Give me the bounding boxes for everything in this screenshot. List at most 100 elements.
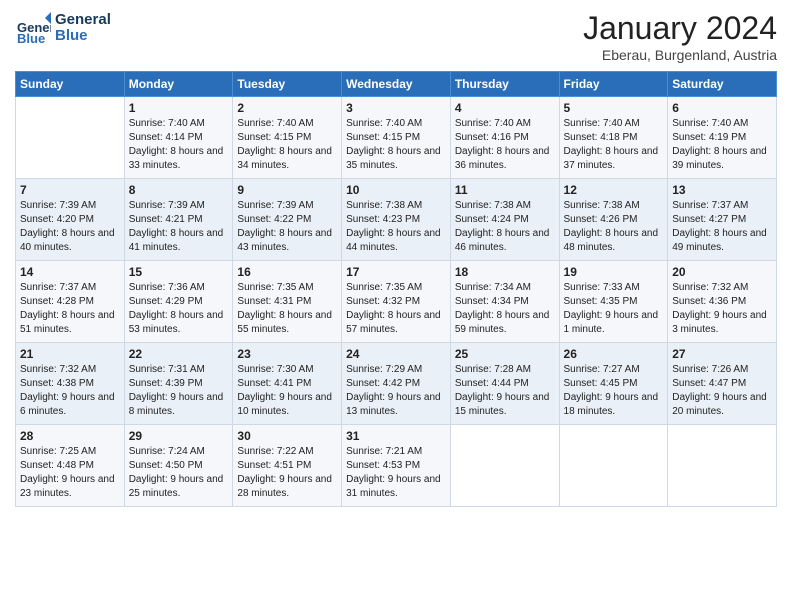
calendar-cell: 24Sunrise: 7:29 AMSunset: 4:42 PMDayligh…	[342, 343, 451, 425]
day-number: 19	[564, 265, 664, 279]
cell-info: Sunrise: 7:37 AMSunset: 4:27 PMDaylight:…	[672, 199, 772, 255]
cell-info: Sunrise: 7:22 AMSunset: 4:51 PMDaylight:…	[237, 445, 337, 501]
day-number: 10	[346, 183, 446, 197]
day-number: 18	[455, 265, 555, 279]
calendar-cell: 26Sunrise: 7:27 AMSunset: 4:45 PMDayligh…	[559, 343, 668, 425]
calendar-cell: 10Sunrise: 7:38 AMSunset: 4:23 PMDayligh…	[342, 179, 451, 261]
calendar-cell: 8 Sunrise: 7:39 AMSunset: 4:21 PMDaylight…	[124, 179, 233, 261]
day-number: 17	[346, 265, 446, 279]
calendar-cell: 17 Sunrise: 7:35 AMSunset: 4:32 PMDayligh…	[342, 261, 451, 343]
cell-info: Sunrise: 7:26 AMSunset: 4:47 PMDaylight:…	[672, 363, 772, 419]
day-number: 12	[564, 183, 664, 197]
calendar-cell: 30 Sunrise: 7:22 AMSunset: 4:51 PMDayligh…	[233, 425, 342, 507]
day-number: 16	[237, 265, 337, 279]
cell-info: Sunrise: 7:39 AMSunset: 4:21 PMDaylight:…	[129, 199, 229, 255]
day-number: 20	[672, 265, 772, 279]
calendar-cell: 6 Sunrise: 7:40 AMSunset: 4:19 PMDaylight…	[668, 97, 777, 179]
day-number: 1	[129, 101, 229, 115]
cell-info: Sunrise: 7:25 AMSunset: 4:48 PMDaylight:…	[20, 445, 120, 501]
calendar-cell: 9Sunrise: 7:39 AMSunset: 4:22 PMDaylight…	[233, 179, 342, 261]
day-number: 28	[20, 429, 120, 443]
calendar-cell: 22 Sunrise: 7:31 AMSunset: 4:39 PMDayligh…	[124, 343, 233, 425]
calendar-cell: 12 Sunrise: 7:38 AMSunset: 4:26 PMDayligh…	[559, 179, 668, 261]
calendar-cell: 15 Sunrise: 7:36 AMSunset: 4:29 PMDayligh…	[124, 261, 233, 343]
cell-info: Sunrise: 7:38 AMSunset: 4:26 PMDaylight:…	[564, 199, 664, 255]
cell-info: Sunrise: 7:30 AMSunset: 4:41 PMDaylight:…	[237, 363, 337, 419]
day-number: 30	[237, 429, 337, 443]
calendar-cell: 2 Sunrise: 7:40 AMSunset: 4:15 PMDaylight…	[233, 97, 342, 179]
calendar-cell	[16, 97, 125, 179]
day-number: 13	[672, 183, 772, 197]
calendar-cell: 23 Sunrise: 7:30 AMSunset: 4:41 PMDayligh…	[233, 343, 342, 425]
col-monday: Monday	[124, 72, 233, 97]
logo-blue-text: Blue	[55, 28, 111, 45]
day-number: 2	[237, 101, 337, 115]
cell-info: Sunrise: 7:35 AMSunset: 4:32 PMDaylight:…	[346, 281, 446, 337]
calendar-cell: 20 Sunrise: 7:32 AMSunset: 4:36 PMDayligh…	[668, 261, 777, 343]
calendar-cell: 29 Sunrise: 7:24 AMSunset: 4:50 PMDayligh…	[124, 425, 233, 507]
cell-info: Sunrise: 7:28 AMSunset: 4:44 PMDaylight:…	[455, 363, 555, 419]
calendar-container: General Blue General Blue January 2024 E…	[0, 0, 792, 517]
day-number: 23	[237, 347, 337, 361]
calendar-cell: 28 Sunrise: 7:25 AMSunset: 4:48 PMDayligh…	[16, 425, 125, 507]
calendar-cell: 19 Sunrise: 7:33 AMSunset: 4:35 PMDayligh…	[559, 261, 668, 343]
cell-info: Sunrise: 7:36 AMSunset: 4:29 PMDaylight:…	[129, 281, 229, 337]
day-number: 25	[455, 347, 555, 361]
logo: General Blue General Blue	[15, 10, 111, 46]
calendar-cell: 11 Sunrise: 7:38 AMSunset: 4:24 PMDayligh…	[450, 179, 559, 261]
calendar-cell: 14 Sunrise: 7:37 AMSunset: 4:28 PMDayligh…	[16, 261, 125, 343]
cell-info: Sunrise: 7:31 AMSunset: 4:39 PMDaylight:…	[129, 363, 229, 419]
calendar-cell	[668, 425, 777, 507]
logo-general-text: General	[55, 12, 111, 29]
calendar-cell: 25 Sunrise: 7:28 AMSunset: 4:44 PMDayligh…	[450, 343, 559, 425]
calendar-cell: 16 Sunrise: 7:35 AMSunset: 4:31 PMDayligh…	[233, 261, 342, 343]
calendar-cell: 4 Sunrise: 7:40 AMSunset: 4:16 PMDaylight…	[450, 97, 559, 179]
cell-info: Sunrise: 7:35 AMSunset: 4:31 PMDaylight:…	[237, 281, 337, 337]
calendar-cell: 27 Sunrise: 7:26 AMSunset: 4:47 PMDayligh…	[668, 343, 777, 425]
subtitle: Eberau, Burgenland, Austria	[583, 47, 777, 63]
cell-info: Sunrise: 7:34 AMSunset: 4:34 PMDaylight:…	[455, 281, 555, 337]
calendar-cell	[450, 425, 559, 507]
calendar-cell: 7Sunrise: 7:39 AMSunset: 4:20 PMDaylight…	[16, 179, 125, 261]
cell-info: Sunrise: 7:33 AMSunset: 4:35 PMDaylight:…	[564, 281, 664, 337]
day-number: 27	[672, 347, 772, 361]
cell-info: Sunrise: 7:27 AMSunset: 4:45 PMDaylight:…	[564, 363, 664, 419]
cell-info: Sunrise: 7:40 AMSunset: 4:15 PMDaylight:…	[237, 117, 337, 173]
header-row: Sunday Monday Tuesday Wednesday Thursday…	[16, 72, 777, 97]
calendar-cell: 31Sunrise: 7:21 AMSunset: 4:53 PMDayligh…	[342, 425, 451, 507]
cell-info: Sunrise: 7:24 AMSunset: 4:50 PMDaylight:…	[129, 445, 229, 501]
day-number: 4	[455, 101, 555, 115]
day-number: 6	[672, 101, 772, 115]
cell-info: Sunrise: 7:37 AMSunset: 4:28 PMDaylight:…	[20, 281, 120, 337]
calendar-cell: 5Sunrise: 7:40 AMSunset: 4:18 PMDaylight…	[559, 97, 668, 179]
day-number: 3	[346, 101, 446, 115]
col-thursday: Thursday	[450, 72, 559, 97]
title-block: January 2024 Eberau, Burgenland, Austria	[583, 10, 777, 63]
day-number: 11	[455, 183, 555, 197]
calendar-cell: 3Sunrise: 7:40 AMSunset: 4:15 PMDaylight…	[342, 97, 451, 179]
cell-info: Sunrise: 7:40 AMSunset: 4:19 PMDaylight:…	[672, 117, 772, 173]
day-number: 21	[20, 347, 120, 361]
cell-info: Sunrise: 7:32 AMSunset: 4:36 PMDaylight:…	[672, 281, 772, 337]
day-number: 14	[20, 265, 120, 279]
cell-info: Sunrise: 7:40 AMSunset: 4:14 PMDaylight:…	[129, 117, 229, 173]
cell-info: Sunrise: 7:39 AMSunset: 4:22 PMDaylight:…	[237, 199, 337, 255]
calendar-cell	[559, 425, 668, 507]
day-number: 7	[20, 183, 120, 197]
day-number: 15	[129, 265, 229, 279]
logo-icon: General Blue	[15, 10, 51, 46]
cell-info: Sunrise: 7:29 AMSunset: 4:42 PMDaylight:…	[346, 363, 446, 419]
cell-info: Sunrise: 7:40 AMSunset: 4:16 PMDaylight:…	[455, 117, 555, 173]
cell-info: Sunrise: 7:21 AMSunset: 4:53 PMDaylight:…	[346, 445, 446, 501]
col-tuesday: Tuesday	[233, 72, 342, 97]
calendar-week-1: 1 Sunrise: 7:40 AMSunset: 4:14 PMDaylight…	[16, 97, 777, 179]
day-number: 22	[129, 347, 229, 361]
col-sunday: Sunday	[16, 72, 125, 97]
col-saturday: Saturday	[668, 72, 777, 97]
day-number: 29	[129, 429, 229, 443]
calendar-week-2: 7Sunrise: 7:39 AMSunset: 4:20 PMDaylight…	[16, 179, 777, 261]
cell-info: Sunrise: 7:38 AMSunset: 4:24 PMDaylight:…	[455, 199, 555, 255]
header: General Blue General Blue January 2024 E…	[15, 10, 777, 63]
calendar-cell: 13 Sunrise: 7:37 AMSunset: 4:27 PMDayligh…	[668, 179, 777, 261]
day-number: 8	[129, 183, 229, 197]
